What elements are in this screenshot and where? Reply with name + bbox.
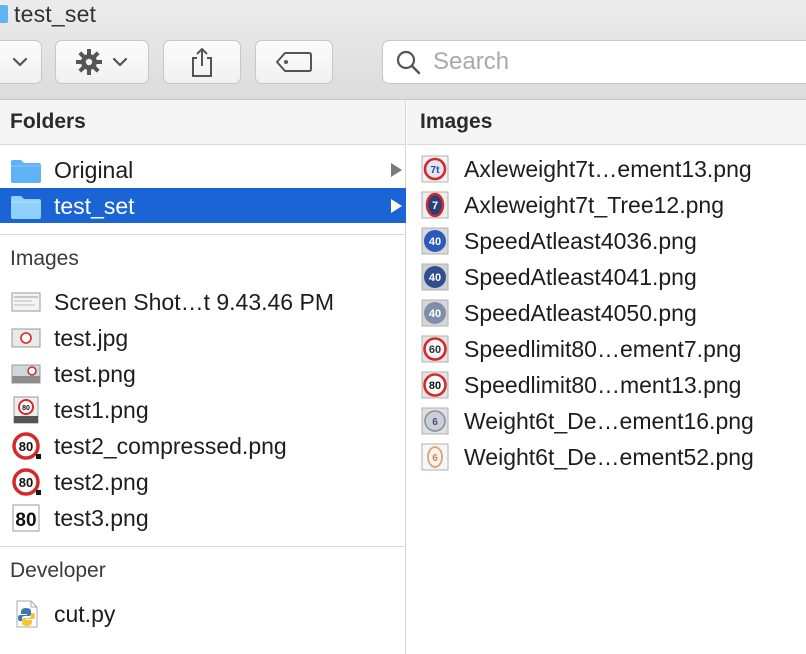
file-label: test2_compressed.png — [54, 433, 287, 459]
image-row[interactable]: 60 Speedlimit80…ement7.png — [407, 331, 806, 367]
image-thumb-icon — [11, 364, 41, 384]
folder-row-original[interactable]: Original — [0, 152, 406, 187]
disclosure-triangle-icon[interactable] — [391, 163, 402, 177]
folder-row-test-set[interactable]: test_set — [0, 188, 406, 223]
file-row[interactable]: cut.py — [0, 596, 406, 631]
minimum-speed-sign-thumb-icon: 40 — [421, 263, 449, 291]
file-label: Weight6t_De…ement16.png — [464, 408, 754, 434]
folder-icon — [11, 160, 41, 183]
folder-icon — [0, 5, 8, 23]
svg-text:6: 6 — [432, 417, 438, 428]
action-menu-button[interactable] — [55, 40, 149, 84]
share-icon — [192, 48, 212, 77]
view-options-button[interactable] — [0, 40, 42, 84]
image-row[interactable]: 40 SpeedAtleast4041.png — [407, 259, 806, 295]
file-label: SpeedAtleast4050.png — [464, 300, 697, 326]
screenshot-thumb-icon — [11, 292, 41, 312]
svg-text:80: 80 — [429, 380, 441, 392]
section-divider — [0, 234, 406, 235]
image-row[interactable]: 40 SpeedAtleast4050.png — [407, 295, 806, 331]
image-thumb-icon — [11, 328, 41, 348]
file-label: test2.png — [54, 469, 149, 495]
speed-limit-80-plain-thumb-icon: 80 — [12, 504, 40, 532]
image-row[interactable]: test.png — [0, 356, 406, 391]
minimum-speed-sign-thumb-icon: 40 — [421, 299, 449, 327]
svg-text:80: 80 — [15, 510, 36, 531]
image-row[interactable]: test.jpg — [0, 320, 406, 355]
svg-text:6: 6 — [432, 453, 438, 464]
search-icon — [396, 50, 421, 75]
minimum-speed-sign-thumb-icon: 40 — [421, 227, 449, 255]
tags-button[interactable] — [255, 40, 333, 84]
file-label: test.png — [54, 361, 136, 387]
image-row[interactable]: 40 SpeedAtleast4036.png — [407, 223, 806, 259]
images-header: Images — [407, 100, 806, 145]
chevron-down-icon — [112, 57, 128, 67]
weight-sign-thumb-icon: 6 — [421, 407, 449, 435]
image-row[interactable]: Screen Shot…t 9.43.46 PM — [0, 284, 406, 319]
speed-limit-sign-thumb-icon: 60 — [421, 335, 449, 363]
file-label: Axleweight7t…ement13.png — [464, 156, 752, 182]
image-row[interactable]: 80 Speedlimit80…ment13.png — [407, 367, 806, 403]
toolbar: test_set — [0, 0, 806, 100]
tag-icon — [276, 52, 312, 72]
svg-text:40: 40 — [429, 308, 441, 320]
window-title-text: test_set — [14, 0, 97, 27]
svg-text:40: 40 — [429, 272, 441, 284]
speed-limit-sign-thumb-icon: 80 — [421, 371, 449, 399]
file-label: Speedlimit80…ment13.png — [464, 372, 742, 398]
developer-section-label: Developer — [10, 559, 106, 582]
file-label: Screen Shot…t 9.43.46 PM — [54, 289, 334, 315]
folder-icon — [11, 196, 41, 219]
section-divider — [0, 546, 406, 547]
folder-label: Original — [54, 157, 134, 183]
file-label: Weight6t_De…ement52.png — [464, 444, 754, 470]
gear-icon — [76, 49, 102, 75]
disclosure-triangle-icon[interactable] — [391, 199, 402, 213]
file-label: SpeedAtleast4041.png — [464, 264, 697, 290]
search-input[interactable] — [431, 47, 755, 77]
file-label: Speedlimit80…ement7.png — [464, 336, 742, 362]
sources-pane: Folders Original test_set Images Screen … — [0, 100, 406, 654]
svg-text:80: 80 — [22, 405, 30, 412]
python-file-icon — [16, 600, 38, 628]
image-row[interactable]: 80 test2_compressed.png — [0, 428, 406, 463]
image-row[interactable]: 80 test3.png — [0, 500, 406, 535]
file-label: test3.png — [54, 505, 149, 531]
svg-text:80: 80 — [19, 439, 33, 454]
file-label: test.jpg — [54, 325, 129, 351]
folders-header: Folders — [0, 100, 405, 145]
axle-weight-sign-thumb-icon: 7t — [421, 155, 449, 183]
weight-sign-thumb-icon: 6 — [421, 443, 449, 471]
images-pane: Images 7t Axleweight7t…ement13.png 7 Axl… — [407, 100, 806, 654]
image-row[interactable]: 7t Axleweight7t…ement13.png — [407, 151, 806, 187]
chevron-down-icon — [12, 57, 28, 67]
image-row[interactable]: 6 Weight6t_De…ement16.png — [407, 403, 806, 439]
images-section-label: Images — [10, 247, 79, 270]
svg-text:80: 80 — [19, 475, 33, 490]
svg-text:7: 7 — [432, 200, 438, 212]
speed-limit-80-thumb-icon: 80 — [12, 432, 41, 460]
svg-text:40: 40 — [429, 236, 441, 248]
svg-text:7t: 7t — [431, 165, 441, 176]
file-label: cut.py — [54, 601, 116, 627]
search-field[interactable] — [382, 40, 806, 84]
window-title: test_set — [0, 0, 96, 28]
svg-text:60: 60 — [429, 344, 441, 356]
sign-80-thumb-icon: 80 — [13, 396, 39, 424]
file-label: SpeedAtleast4036.png — [464, 228, 697, 254]
image-row[interactable]: 7 Axleweight7t_Tree12.png — [407, 187, 806, 223]
image-row[interactable]: 80 test1.png — [0, 392, 406, 427]
folder-label: test_set — [54, 193, 135, 219]
axle-weight-sign-thumb-icon: 7 — [421, 191, 449, 219]
file-label: Axleweight7t_Tree12.png — [464, 192, 724, 218]
speed-limit-80-thumb-icon: 80 — [12, 468, 41, 496]
file-label: test1.png — [54, 397, 149, 423]
image-row[interactable]: 6 Weight6t_De…ement52.png — [407, 439, 806, 475]
share-button[interactable] — [163, 40, 241, 84]
image-row[interactable]: 80 test2.png — [0, 464, 406, 499]
